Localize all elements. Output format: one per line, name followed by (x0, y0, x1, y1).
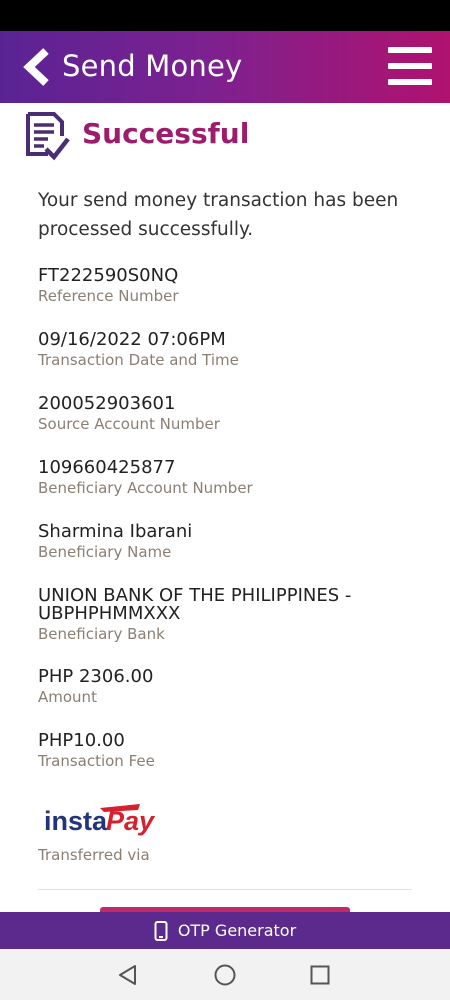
detail-beneficiary-account: 109660425877 Beneficiary Account Number (38, 457, 418, 498)
hamburger-menu-button[interactable] (388, 47, 432, 85)
detail-value: PHP10.00 (38, 730, 125, 751)
detail-value: 200052903601 (38, 393, 176, 414)
back-triangle-icon[interactable] (116, 963, 140, 987)
android-navigation-bar (0, 949, 450, 1000)
detail-label: Beneficiary Account Number (38, 479, 253, 497)
detail-value: 109660425877 (38, 457, 176, 478)
detail-value: FT222590S0NQ (38, 265, 179, 286)
instapay-logo: insta Pay (44, 804, 156, 836)
detail-beneficiary-bank: UNION BANK OF THE PHILIPPINES - UBPHPHMM… (38, 585, 368, 644)
back-button[interactable] (22, 47, 52, 87)
app-header: Send Money (0, 31, 450, 103)
confirmation-message: Your send money transaction has been pro… (38, 190, 399, 240)
hamburger-menu-icon (388, 47, 432, 53)
document-check-icon (26, 112, 70, 161)
detail-value: Sharmina Ibarani (38, 521, 193, 542)
detail-label: Source Account Number (38, 415, 220, 433)
detail-label: Transaction Date and Time (38, 351, 239, 369)
detail-source-account: 200052903601 Source Account Number (38, 393, 418, 434)
home-circle-icon[interactable] (213, 963, 237, 987)
detail-transaction-date: 09/16/2022 07:06PM Transaction Date and … (38, 329, 418, 370)
detail-transaction-fee: PHP10.00 Transaction Fee (38, 730, 418, 771)
svg-text:insta: insta (44, 806, 108, 836)
otp-generator-button[interactable]: OTP Generator (0, 912, 450, 949)
status-title: Successful (82, 117, 250, 150)
detail-label: Reference Number (38, 287, 179, 305)
phone-icon (154, 920, 168, 941)
detail-value: 09/16/2022 07:06PM (38, 329, 226, 350)
chevron-left-icon (23, 48, 49, 86)
detail-label: Amount (38, 688, 97, 706)
divider (38, 889, 412, 890)
transferred-via-label: Transferred via (38, 846, 150, 864)
detail-value: PHP 2306.00 (38, 666, 154, 687)
status-heading: Successful (24, 111, 424, 163)
page-title: Send Money (62, 49, 243, 83)
recents-square-icon[interactable] (308, 963, 332, 987)
detail-amount: PHP 2306.00 Amount (38, 666, 418, 707)
detail-label: Transaction Fee (38, 752, 155, 770)
svg-text:Pay: Pay (106, 806, 156, 836)
detail-beneficiary-name: Sharmina Ibarani Beneficiary Name (38, 521, 418, 562)
detail-reference-number: FT222590S0NQ Reference Number (38, 265, 418, 306)
detail-label: Beneficiary Name (38, 543, 172, 561)
detail-value: UNION BANK OF THE PHILIPPINES - UBPHPHMM… (38, 585, 352, 624)
otp-generator-label: OTP Generator (177, 921, 297, 940)
system-status-bar (0, 0, 450, 31)
detail-label: Beneficiary Bank (38, 625, 165, 643)
